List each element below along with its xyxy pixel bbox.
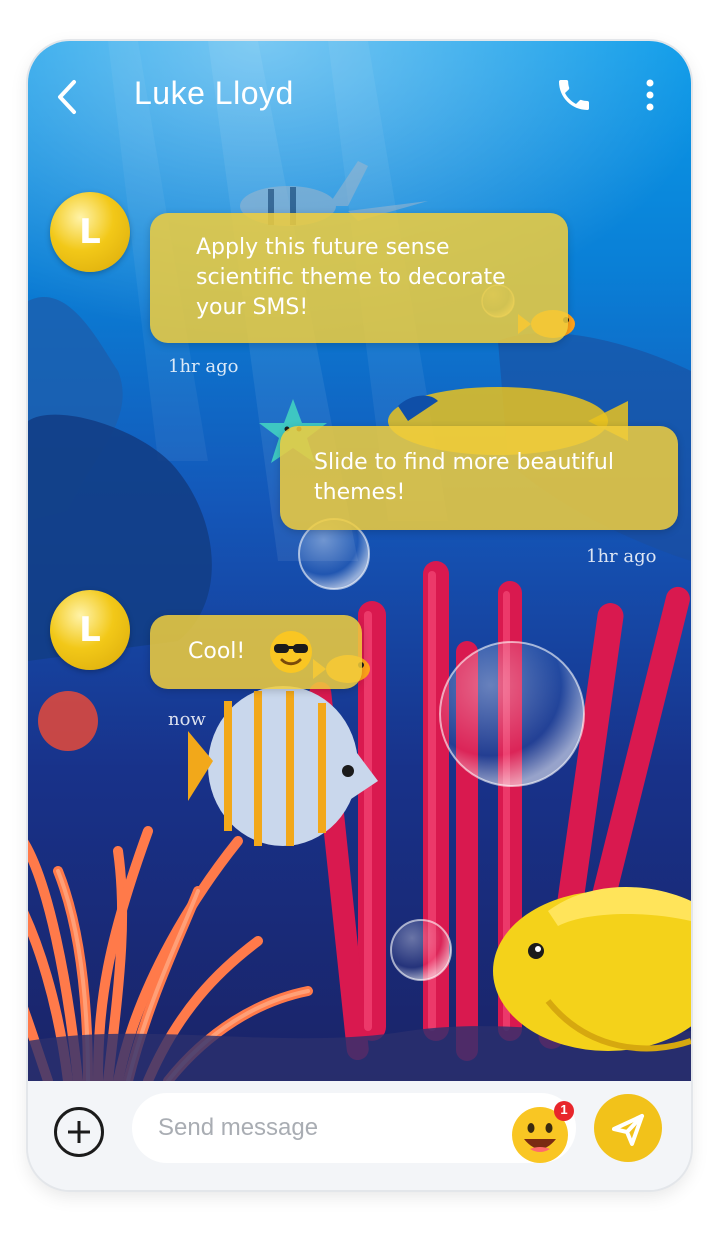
message-text-line: your SMS! (196, 295, 309, 320)
avatar[interactable]: L (50, 590, 130, 670)
chat-header: Luke Lloyd (28, 41, 691, 151)
phone-icon[interactable] (554, 75, 594, 115)
message-bubble-incoming: Apply this future sense scientific theme… (150, 213, 568, 343)
message-bubble-incoming: Cool! (150, 615, 362, 689)
message-composer: 1 (28, 1081, 691, 1190)
message-text-line: Apply this future sense (196, 235, 450, 260)
plus-icon[interactable] (54, 1107, 104, 1157)
message-text-line: themes! (314, 480, 406, 505)
message-bubble-outgoing: Slide to find more beautiful themes! (280, 426, 678, 530)
notification-badge: 1 (560, 1102, 568, 1117)
message-text-line: scientific theme to decorate (196, 265, 506, 290)
more-vertical-icon[interactable] (638, 75, 662, 115)
back-arrow-icon[interactable] (52, 77, 86, 117)
sunglasses-emoji-icon (270, 631, 312, 673)
message-text-line: Slide to find more beautiful (314, 450, 614, 475)
contact-name: Luke Lloyd (134, 75, 294, 111)
send-icon[interactable] (594, 1094, 662, 1162)
avatar[interactable]: L (50, 192, 130, 272)
message-timestamp: 1hr ago (168, 356, 239, 377)
phone-frame: Luke Lloyd L Apply this future sense sci… (28, 41, 691, 1190)
emoji-icon[interactable]: 1 (510, 1101, 574, 1165)
message-timestamp: now (168, 709, 206, 730)
message-text: Cool! (188, 639, 246, 664)
message-timestamp: 1hr ago (586, 546, 657, 567)
